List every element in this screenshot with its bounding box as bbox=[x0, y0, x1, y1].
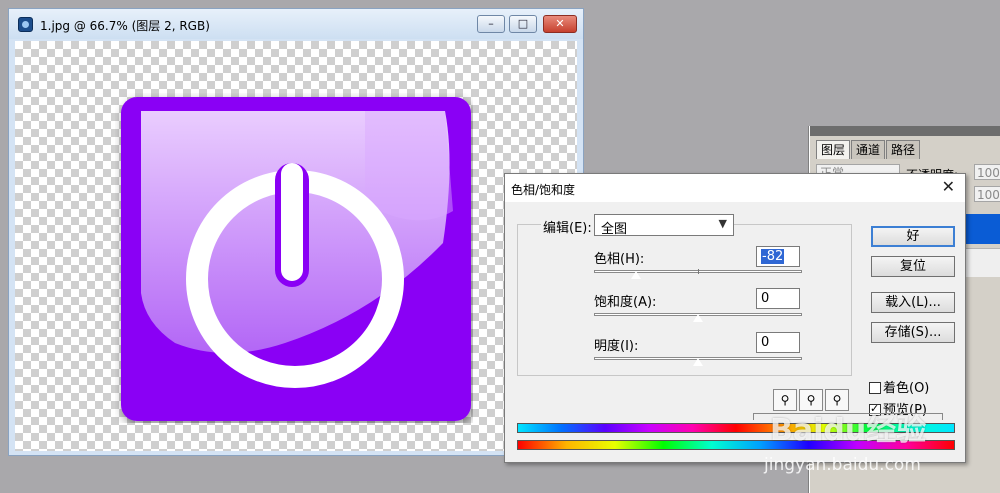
hue-slider-track[interactable] bbox=[594, 269, 802, 280]
photoshop-doc-icon bbox=[18, 17, 33, 32]
colorize-option[interactable]: 着色(O) bbox=[869, 377, 929, 396]
hue-value: -82 bbox=[761, 249, 785, 264]
colorize-label: 着色(O) bbox=[883, 381, 930, 396]
adjustment-group: 色相(H): -82 饱和度(A): 0 明度(I): 0 bbox=[517, 224, 852, 376]
hue-slider-thumb[interactable] bbox=[630, 270, 642, 280]
edit-label: 编辑(E): bbox=[541, 217, 594, 236]
edit-select-value: 全图 bbox=[601, 222, 628, 237]
tab-layers[interactable]: 图层 bbox=[816, 140, 851, 159]
saturation-slider-thumb[interactable] bbox=[692, 313, 704, 323]
ok-button[interactable]: 好 bbox=[871, 226, 955, 247]
dialog-titlebar[interactable]: 色相/饱和度 ✕ bbox=[505, 174, 965, 202]
save-button[interactable]: 存储(S)... bbox=[871, 322, 955, 343]
minimize-button[interactable]: – bbox=[477, 15, 505, 33]
hue-label: 色相(H): bbox=[594, 252, 645, 267]
dialog-title: 色相/饱和度 bbox=[511, 183, 576, 197]
document-title: 1.jpg @ 66.7% (图层 2, RGB) bbox=[40, 19, 210, 33]
fill-field[interactable]: 100% bbox=[974, 186, 1000, 202]
watermark: Baidu经验 bbox=[770, 413, 927, 448]
layer-row[interactable] bbox=[962, 248, 1000, 277]
saturation-label: 饱和度(A): bbox=[594, 295, 657, 310]
close-button[interactable]: ✕ bbox=[543, 15, 577, 33]
close-icon[interactable]: ✕ bbox=[942, 178, 955, 196]
lightness-label: 明度(I): bbox=[594, 339, 639, 354]
document-window[interactable]: 1.jpg @ 66.7% (图层 2, RGB) – □ ✕ bbox=[8, 8, 584, 456]
lightness-input[interactable]: 0 bbox=[756, 332, 800, 353]
colorize-checkbox[interactable] bbox=[869, 382, 881, 394]
lightness-slider-thumb[interactable] bbox=[692, 357, 704, 367]
edit-select[interactable]: 全图 ▼ bbox=[594, 214, 734, 237]
saturation-input[interactable]: 0 bbox=[756, 288, 800, 309]
power-button-image bbox=[121, 97, 471, 421]
saturation-slider-track[interactable] bbox=[594, 313, 802, 323]
panel-grip[interactable] bbox=[810, 126, 1000, 136]
chevron-down-icon: ▼ bbox=[718, 217, 727, 230]
layer-row-selected[interactable] bbox=[962, 214, 1000, 244]
hue-slider-center-tick bbox=[698, 269, 699, 274]
panel-tabs: 图层 通道 路径 bbox=[816, 140, 921, 160]
opacity-field[interactable]: 100% bbox=[974, 164, 1000, 180]
document-titlebar[interactable]: 1.jpg @ 66.7% (图层 2, RGB) – □ ✕ bbox=[9, 9, 583, 39]
tab-paths[interactable]: 路径 bbox=[886, 140, 921, 159]
watermark-url: jingyan.baidu.com bbox=[764, 455, 921, 475]
tab-channels[interactable]: 通道 bbox=[851, 140, 886, 159]
image-canvas[interactable] bbox=[15, 41, 577, 451]
hue-input[interactable]: -82 bbox=[756, 246, 800, 267]
load-button[interactable]: 载入(L)... bbox=[871, 292, 955, 313]
maximize-button[interactable]: □ bbox=[509, 15, 537, 33]
lightness-slider-track[interactable] bbox=[594, 357, 802, 367]
reset-button[interactable]: 复位 bbox=[871, 256, 955, 277]
